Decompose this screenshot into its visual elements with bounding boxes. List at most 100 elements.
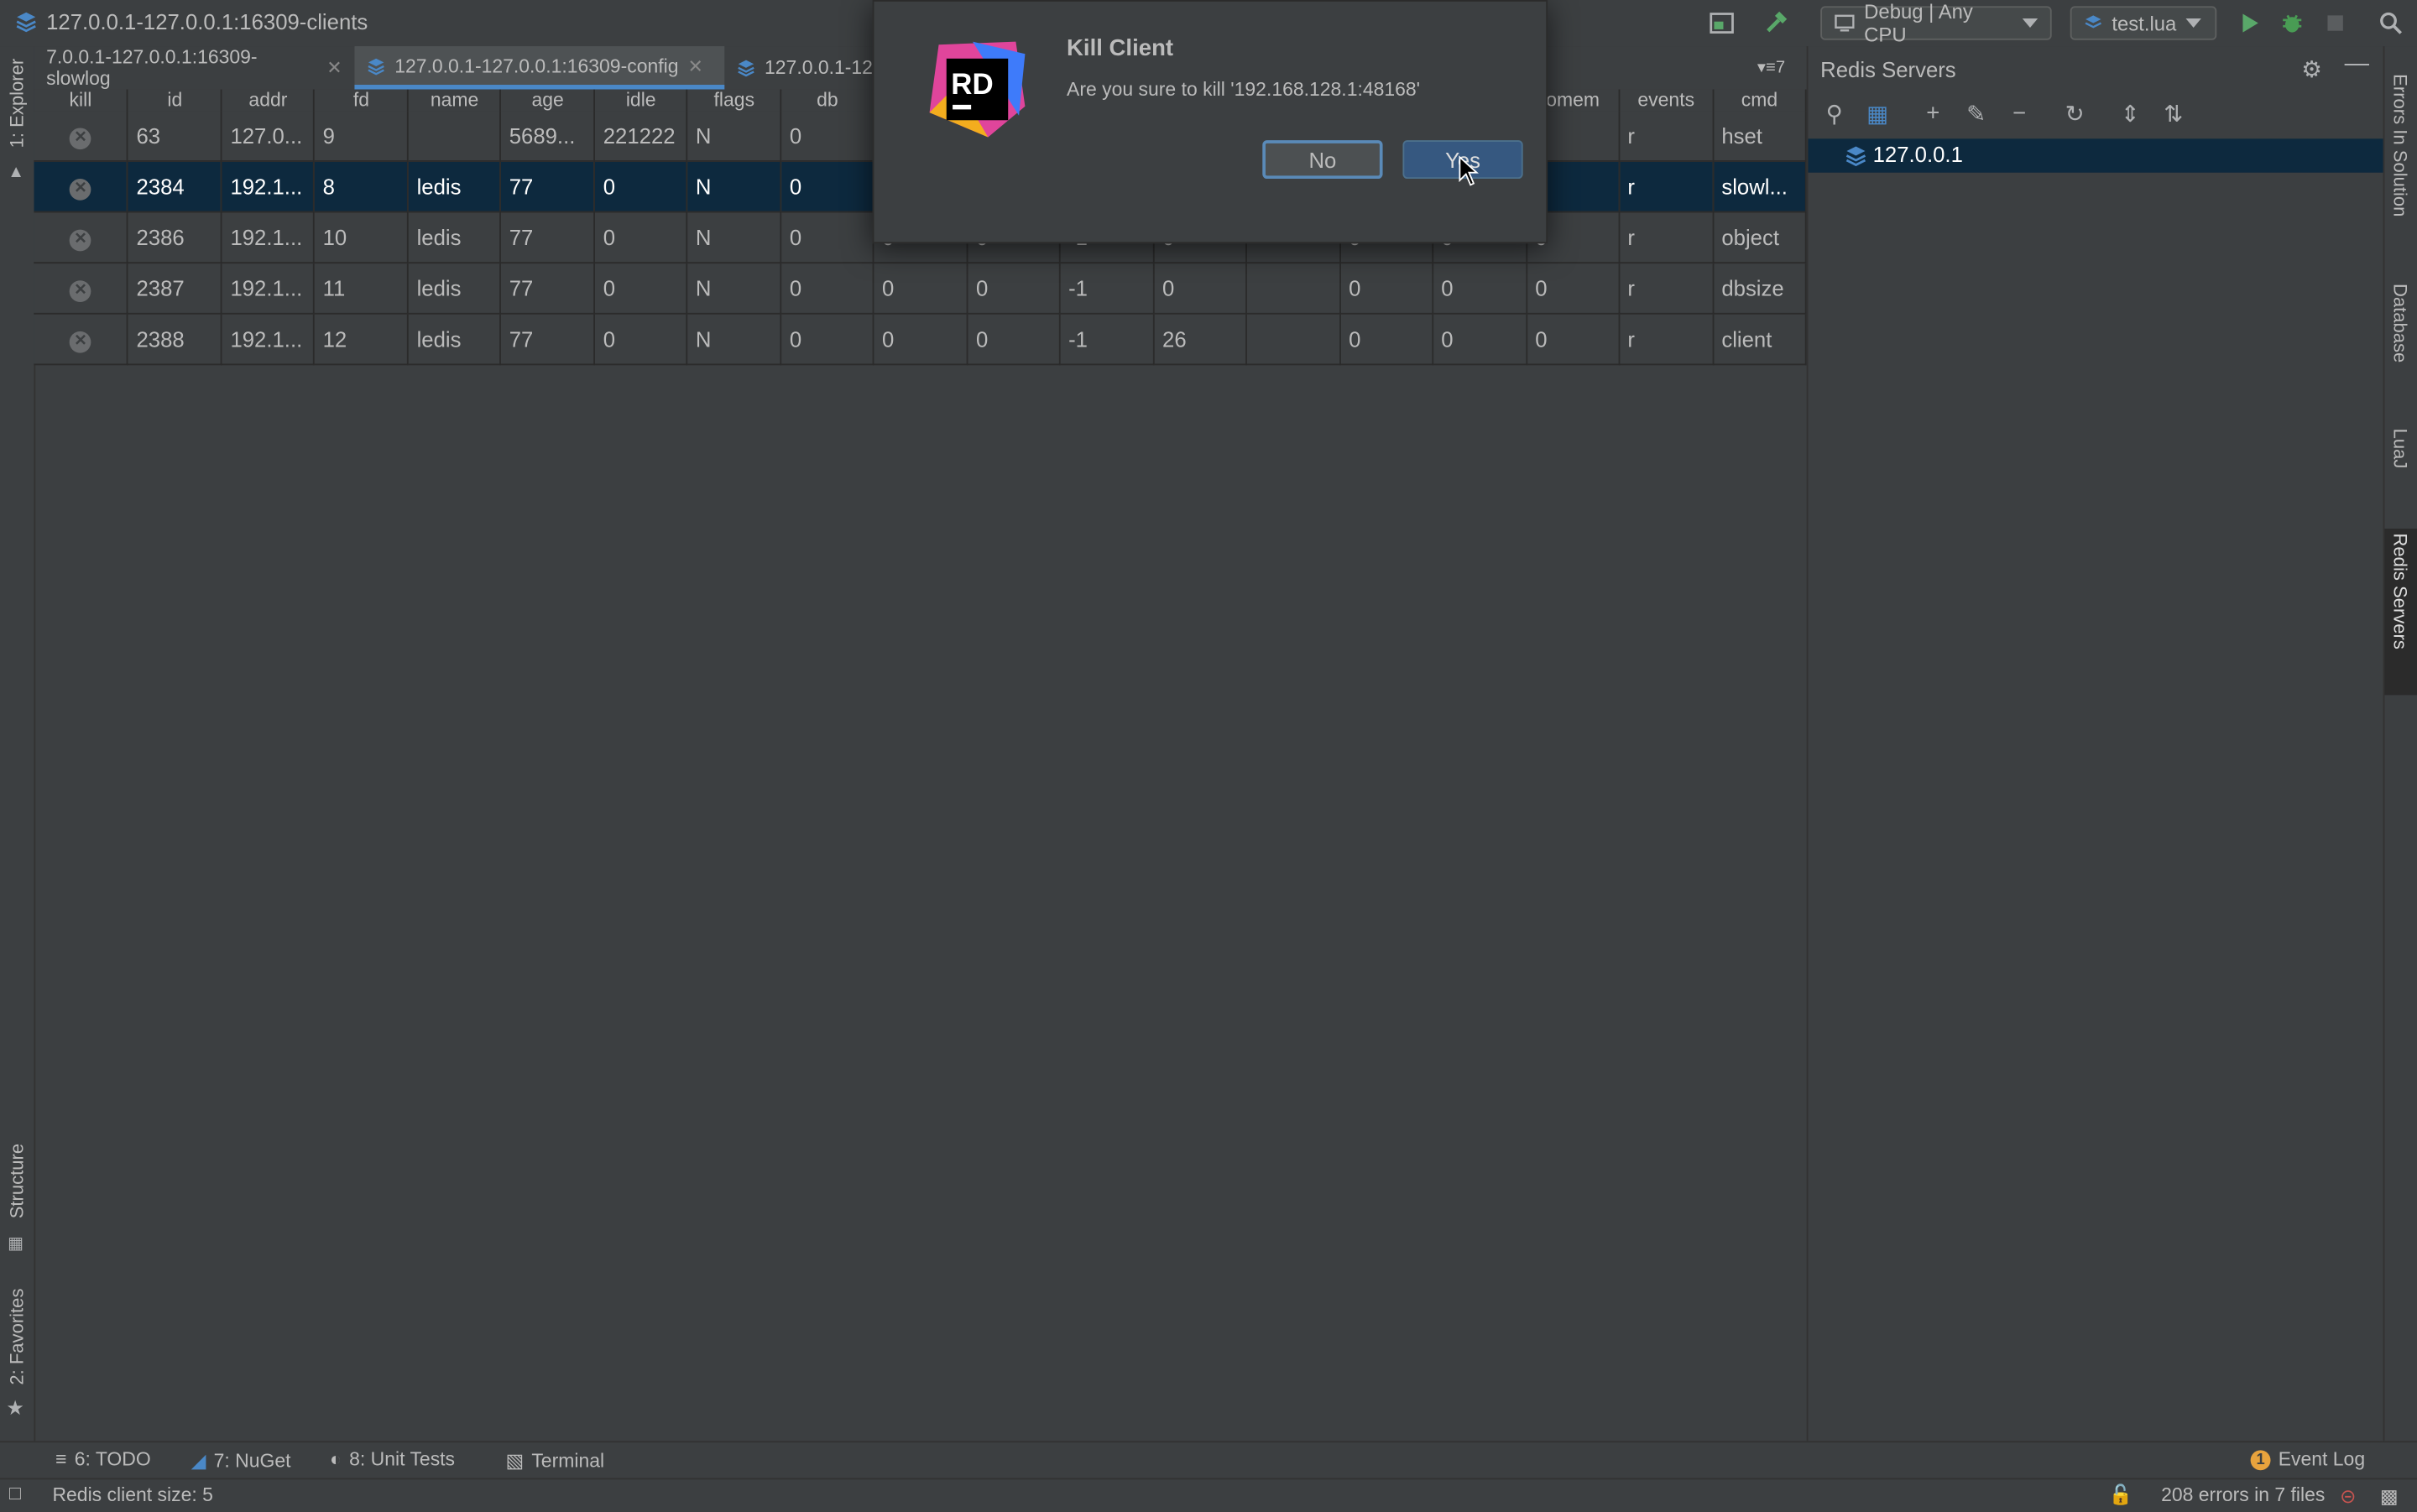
- stop-icon[interactable]: [2321, 9, 2349, 37]
- stripe-tab-errors[interactable]: Errors In Solution: [2389, 74, 2411, 216]
- table-cell: r: [1619, 313, 1715, 366]
- kill-client-icon[interactable]: ✕: [70, 128, 91, 150]
- toolwindow-eventlog[interactable]: 1 Event Log: [2250, 1449, 2365, 1470]
- stripe-tab-database[interactable]: Database: [2389, 284, 2411, 362]
- column-header[interactable]: events: [1619, 89, 1715, 112]
- collapse-all-icon[interactable]: ⇅: [2159, 100, 2187, 128]
- column-header[interactable]: cmd: [1713, 89, 1807, 112]
- close-icon[interactable]: ✕: [688, 55, 703, 76]
- redis-layers-icon: [738, 60, 754, 77]
- column-header[interactable]: flags: [686, 89, 782, 112]
- redis-server-icon: [1845, 146, 1866, 167]
- configuration-combo[interactable]: Debug | Any CPU: [1820, 0, 2052, 46]
- run-config-combo[interactable]: test.lua: [2070, 6, 2217, 40]
- table-cell: object: [1713, 211, 1807, 264]
- column-header[interactable]: age: [500, 89, 596, 112]
- table-cell: r: [1619, 211, 1715, 264]
- column-header[interactable]: idle: [594, 89, 688, 112]
- table-cell: N: [686, 263, 782, 315]
- table-cell: 0: [780, 111, 874, 162]
- table-cell: 0: [780, 263, 874, 315]
- ide-window: 127.0.0.1-127.0.0.1:16309-clients Debug …: [0, 0, 2417, 1512]
- table-cell: 0: [594, 160, 688, 213]
- kill-cell: ✕: [34, 211, 129, 264]
- expand-all-icon[interactable]: ⇕: [2117, 100, 2144, 128]
- lua-file-icon: [2085, 15, 2102, 29]
- toolwindow-terminal[interactable]: ▧ Terminal: [505, 1449, 604, 1473]
- minimize-icon[interactable]: —: [2345, 51, 2369, 79]
- table-cell: 63: [128, 111, 223, 162]
- column-header[interactable]: db: [780, 89, 874, 112]
- table-cell: 11: [314, 263, 410, 315]
- toolwindow-todo-label: 6: TODO: [74, 1448, 151, 1471]
- run-config-combo-label: test.lua: [2112, 11, 2177, 35]
- column-header[interactable]: id: [128, 89, 223, 112]
- tabs-overflow-count: 7: [1775, 58, 1786, 77]
- error-count[interactable]: 208 errors in 7 files: [2161, 1484, 2325, 1506]
- star-icon: ★: [6, 1396, 24, 1420]
- server-tree-item-label: 127.0.0.1: [1872, 141, 1963, 167]
- column-header[interactable]: fd: [314, 89, 410, 112]
- edit-pencil-icon[interactable]: ✎: [1962, 100, 1990, 128]
- toolwindow-nuget-label: 7: NuGet: [213, 1449, 291, 1472]
- configuration-combo-label: Debug | Any CPU: [1864, 0, 1973, 47]
- table-cell: 0: [1527, 313, 1621, 366]
- stripe-tab-redis[interactable]: Redis Servers: [2389, 534, 2411, 649]
- no-button[interactable]: No: [1262, 140, 1383, 180]
- table-cell: dbsize: [1713, 263, 1807, 315]
- debug-bug-icon[interactable]: [2279, 9, 2306, 37]
- layout-icon[interactable]: [1708, 9, 1736, 37]
- toggle-tool-windows-icon[interactable]: □: [9, 1483, 21, 1504]
- server-tree-item[interactable]: 127.0.0.1: [1808, 138, 2385, 173]
- tab-label: 127.0.0.1-12: [765, 56, 873, 79]
- add-icon[interactable]: +: [1919, 100, 1947, 126]
- status-bar: □ Redis client size: 5 🔓 208 errors in 7…: [0, 1478, 2417, 1512]
- column-header[interactable]: addr: [222, 89, 316, 112]
- table-cell: N: [686, 111, 782, 162]
- nuget-icon: ◢: [191, 1450, 206, 1473]
- console-icon[interactable]: ▦: [1864, 100, 1892, 128]
- gear-icon[interactable]: ⚙: [2301, 55, 2322, 83]
- stripe-tab-structure[interactable]: Structure: [6, 1144, 28, 1218]
- kill-client-icon[interactable]: ✕: [70, 280, 91, 303]
- stripe-tab-explorer[interactable]: 1: Explorer: [6, 59, 28, 149]
- toolwindow-unittests[interactable]: ◐ 8: Unit Tests: [330, 1449, 455, 1471]
- table-cell: -1: [1059, 313, 1155, 366]
- stripe-tab-lua[interactable]: LuaJ: [2389, 429, 2411, 469]
- table-cell: 77: [500, 211, 596, 264]
- refresh-icon[interactable]: ↻: [2061, 100, 2089, 128]
- kill-client-icon[interactable]: ✕: [70, 179, 91, 201]
- table-cell: 77: [500, 313, 596, 366]
- terminal-icon: ▧: [505, 1450, 525, 1473]
- toolwindow-todo[interactable]: ≡ 6: TODO: [55, 1449, 151, 1471]
- table-row[interactable]: ✕ 2387 192.1... 11 ledis 77 0 N 0 0 0 -1 0 0 0 0 r dbsize: [34, 263, 1807, 315]
- toolwindow-nuget[interactable]: ◢ 7: NuGet: [191, 1449, 291, 1473]
- search-icon[interactable]: [2377, 9, 2404, 37]
- window-title-text: 127.0.0.1-127.0.0.1:16309-clients: [46, 9, 368, 34]
- remove-icon[interactable]: −: [2006, 100, 2033, 126]
- run-icon[interactable]: [2235, 9, 2263, 37]
- table-cell: [1246, 263, 1341, 315]
- tab-config[interactable]: 127.0.0.1-127.0.0.1:16309-config ✕: [354, 46, 725, 90]
- lock-icon[interactable]: 🔓: [2109, 1484, 2133, 1508]
- table-cell: 192.1...: [222, 211, 316, 264]
- kill-client-icon[interactable]: ✕: [70, 331, 91, 353]
- table-cell: hset: [1713, 111, 1807, 162]
- kill-cell: ✕: [34, 263, 129, 315]
- rider-logo: RD: [929, 41, 1026, 138]
- table-row[interactable]: ✕ 2388 192.1... 12 ledis 77 0 N 0 0 0 -1 26 0 0 0 r clien…: [34, 313, 1807, 366]
- table-cell: 0: [1340, 313, 1434, 366]
- table-cell: ledis: [408, 211, 502, 264]
- stripe-tab-favorites[interactable]: 2: Favorites: [6, 1289, 28, 1385]
- kill-client-icon[interactable]: ✕: [70, 229, 91, 252]
- build-hammer-icon[interactable]: [1762, 9, 1789, 37]
- column-header[interactable]: name: [408, 89, 502, 112]
- tabs-overflow-button[interactable]: ▾≡7: [1757, 57, 1785, 77]
- tab-slowlog[interactable]: 7.0.0.1-127.0.0.1:16309-slowlog ✕: [34, 46, 354, 89]
- dialog-message: Are you sure to kill '192.168.128.1:4816…: [1067, 78, 1421, 101]
- connect-icon[interactable]: ⚲: [1820, 100, 1848, 128]
- close-icon[interactable]: ✕: [326, 57, 342, 79]
- table-cell: 10: [314, 211, 410, 264]
- column-header[interactable]: kill: [34, 89, 129, 112]
- window-title: 127.0.0.1-127.0.0.1:16309-clients: [15, 9, 368, 34]
